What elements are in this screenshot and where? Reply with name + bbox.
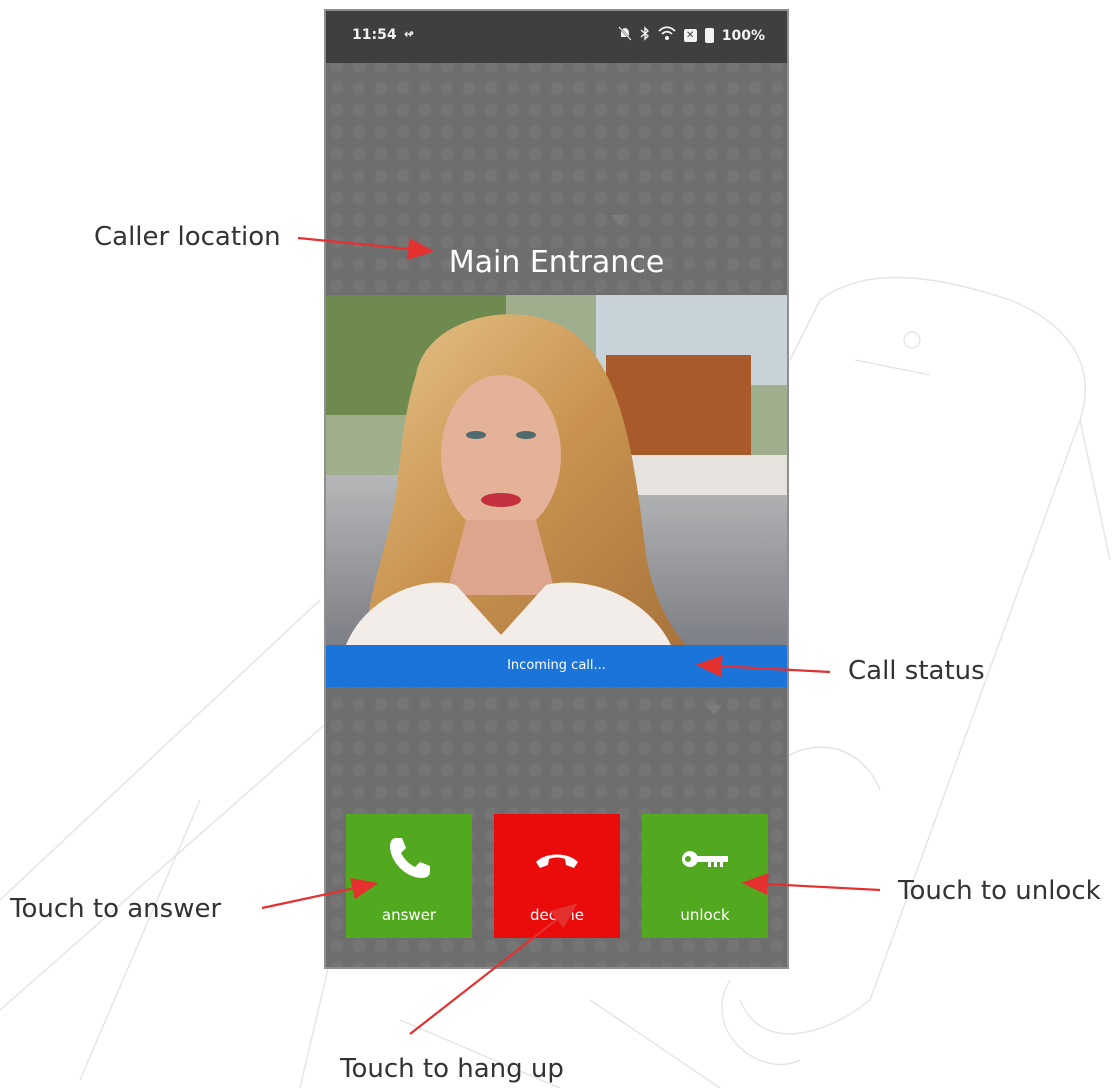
annotation-unlock: Touch to unlock (898, 876, 1101, 906)
annotation-answer: Touch to answer (10, 894, 222, 924)
status-bar: 11:54 ↫ ✕ 100% (326, 11, 787, 63)
decline-button[interactable]: decline (494, 814, 620, 938)
decline-label: decline (529, 906, 585, 924)
key-icon (682, 851, 728, 867)
wifi-icon (658, 26, 676, 45)
caller-video-feed (326, 295, 787, 645)
bell-off-icon (617, 26, 632, 45)
battery-percent: 100% (721, 27, 765, 44)
phone-screen: 11:54 ↫ ✕ 100% Main Entrance Incoming ca… (324, 9, 789, 969)
annotation-call-status: Call status (848, 656, 985, 686)
annotation-caller-location: Caller location (94, 222, 281, 252)
bluetooth-icon (640, 26, 650, 45)
sim-icon: ✕ (683, 29, 697, 42)
status-time: 11:54 (352, 27, 397, 43)
phone-icon (390, 838, 430, 878)
battery-icon (704, 28, 714, 43)
unlock-label: unlock (680, 906, 730, 924)
hang-up-icon (536, 854, 578, 868)
answer-button[interactable]: answer (346, 814, 472, 938)
ongoing-call-icon: ↫ (404, 27, 415, 41)
chevron-down-icon (706, 705, 722, 715)
caller-location: Main Entrance (448, 245, 665, 280)
call-status-strip: Incoming call... (326, 645, 787, 687)
caller-video-image (326, 295, 787, 645)
annotation-hang-up: Touch to hang up (340, 1054, 564, 1084)
chevron-down-icon (611, 215, 627, 225)
unlock-button[interactable]: unlock (642, 814, 768, 938)
answer-label: answer (381, 906, 437, 924)
status-icons: ✕ 100% (617, 26, 765, 45)
